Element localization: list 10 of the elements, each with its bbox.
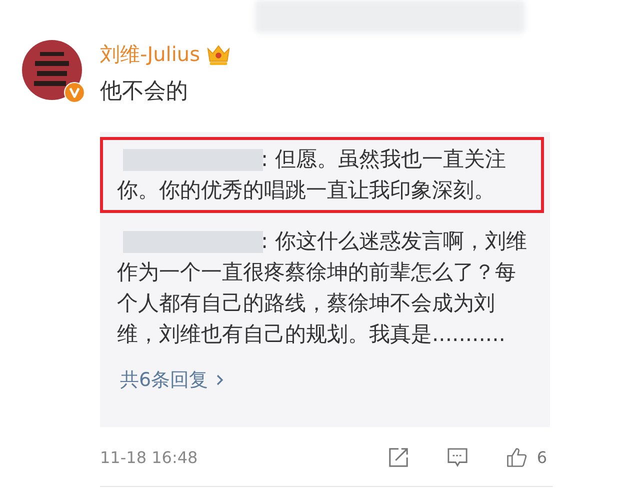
timestamp: 11-18 16:48 <box>100 448 198 467</box>
share-icon[interactable] <box>388 447 409 468</box>
author-name[interactable]: 刘维-Julius <box>100 40 200 68</box>
more-replies-link[interactable]: 共6条回复 <box>120 367 224 393</box>
reply-text: : 但愿。虽然我也一直关注你。你的优秀的唱跳一直让我印象深刻。 <box>117 146 507 204</box>
like-button[interactable]: 6 <box>506 447 547 468</box>
reply-text: : 你这什么迷惑发言啊，刘维作为一个一直很疼蔡徐坤的前辈怎么了？每个人都有自己的路线，蔡徐坤不会成为刘维，刘维也有自己的规划。我真是........... <box>117 228 527 348</box>
comment-text: 他不会的 <box>100 78 189 106</box>
comment-icon[interactable] <box>446 447 468 468</box>
chevron-icon <box>216 374 224 386</box>
